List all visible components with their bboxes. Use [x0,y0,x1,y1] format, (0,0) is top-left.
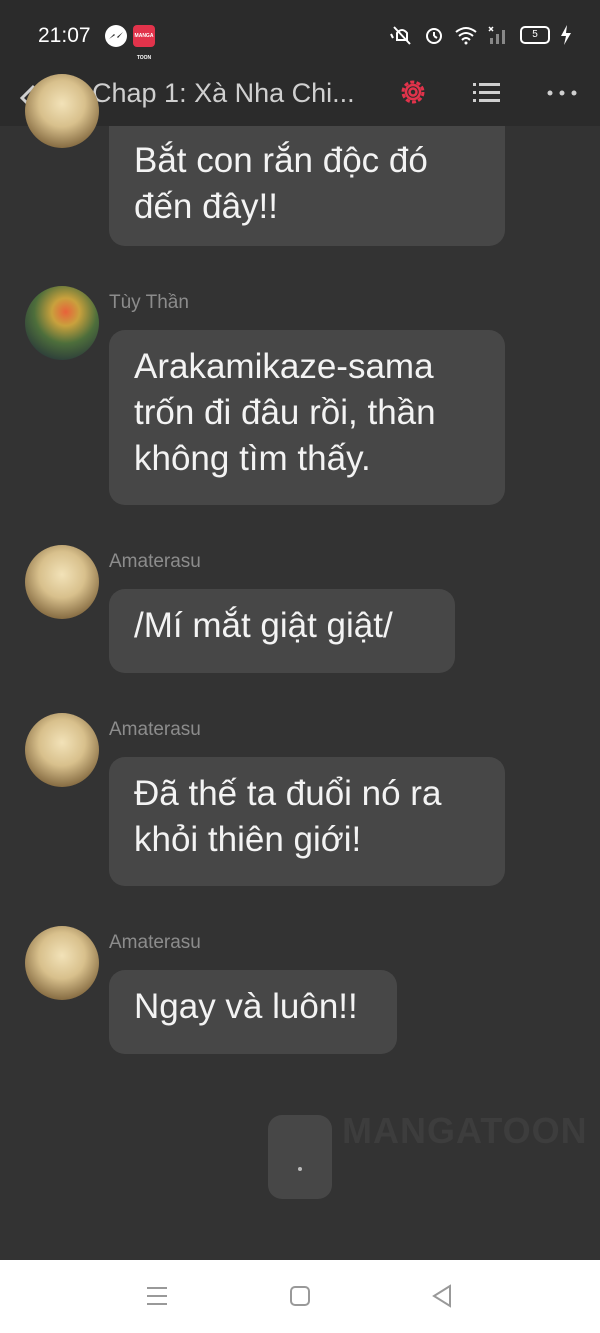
back-triangle-icon[interactable] [430,1284,454,1313]
message-line: khỏi thiên giới! [134,820,362,859]
sender-name: Amaterasu [109,932,201,953]
message-line: /Mí mắt giật giật/ [134,606,393,645]
sender-name: Tùy Thần [109,292,189,313]
settings-icon[interactable] [397,76,429,113]
mute-vibrate-icon [390,26,411,45]
message-line: Ngay và luôn!! [134,987,358,1026]
status-icons: 5 [390,24,572,46]
avatar [25,74,99,148]
avatar [25,286,99,360]
message-line: Arakamikaze-sama [134,347,434,386]
mangatoon-app-icon: MANGA TOON [133,25,155,61]
sender-name: Amaterasu [109,551,201,572]
alarm-icon [426,28,442,44]
watermark: MANGATOON [342,1110,588,1151]
wifi-icon [455,27,477,45]
home-icon[interactable] [289,1284,311,1313]
avatar [25,713,99,787]
menu-icon[interactable] [145,1284,169,1313]
status-bar: 21:07 MANGA TOON 5 [0,0,600,70]
chapter-list-icon[interactable] [472,78,502,113]
message-line: không tìm thấy. [134,439,371,478]
message-line: Bắt con rắn độc đó [134,141,428,180]
typing-dot-icon [298,1167,302,1171]
more-options-icon[interactable] [546,78,578,113]
message-bubble: Đã thế ta đuổi nó ra khỏi thiên giới! [109,757,505,886]
charging-icon [561,25,571,45]
message-line: Đã thế ta đuổi nó ra [134,774,442,813]
battery-icon: 5 [520,26,550,44]
message-bubble: Arakamikaze-sama trốn đi đâu rồi, thần k… [109,330,505,505]
message-line: đến đây!! [134,187,278,226]
message-line: trốn đi đâu rồi, thần [134,393,436,432]
sender-name: Amaterasu [109,719,201,740]
status-time: 21:07 [38,24,91,47]
messenger-icon [105,25,127,47]
system-nav-bar [0,1260,600,1333]
avatar [25,926,99,1000]
message-bubble: Ngay và luôn!! [109,970,397,1054]
typing-indicator[interactable] [268,1115,332,1199]
page-title: Chap 1: Xà Nha Chi... [92,78,355,108]
signal-icon [488,26,505,44]
message-bubble: /Mí mắt giật giật/ [109,589,455,673]
avatar [25,545,99,619]
message-bubble: Bắt con rắn độc đó đến đây!! [109,126,505,246]
